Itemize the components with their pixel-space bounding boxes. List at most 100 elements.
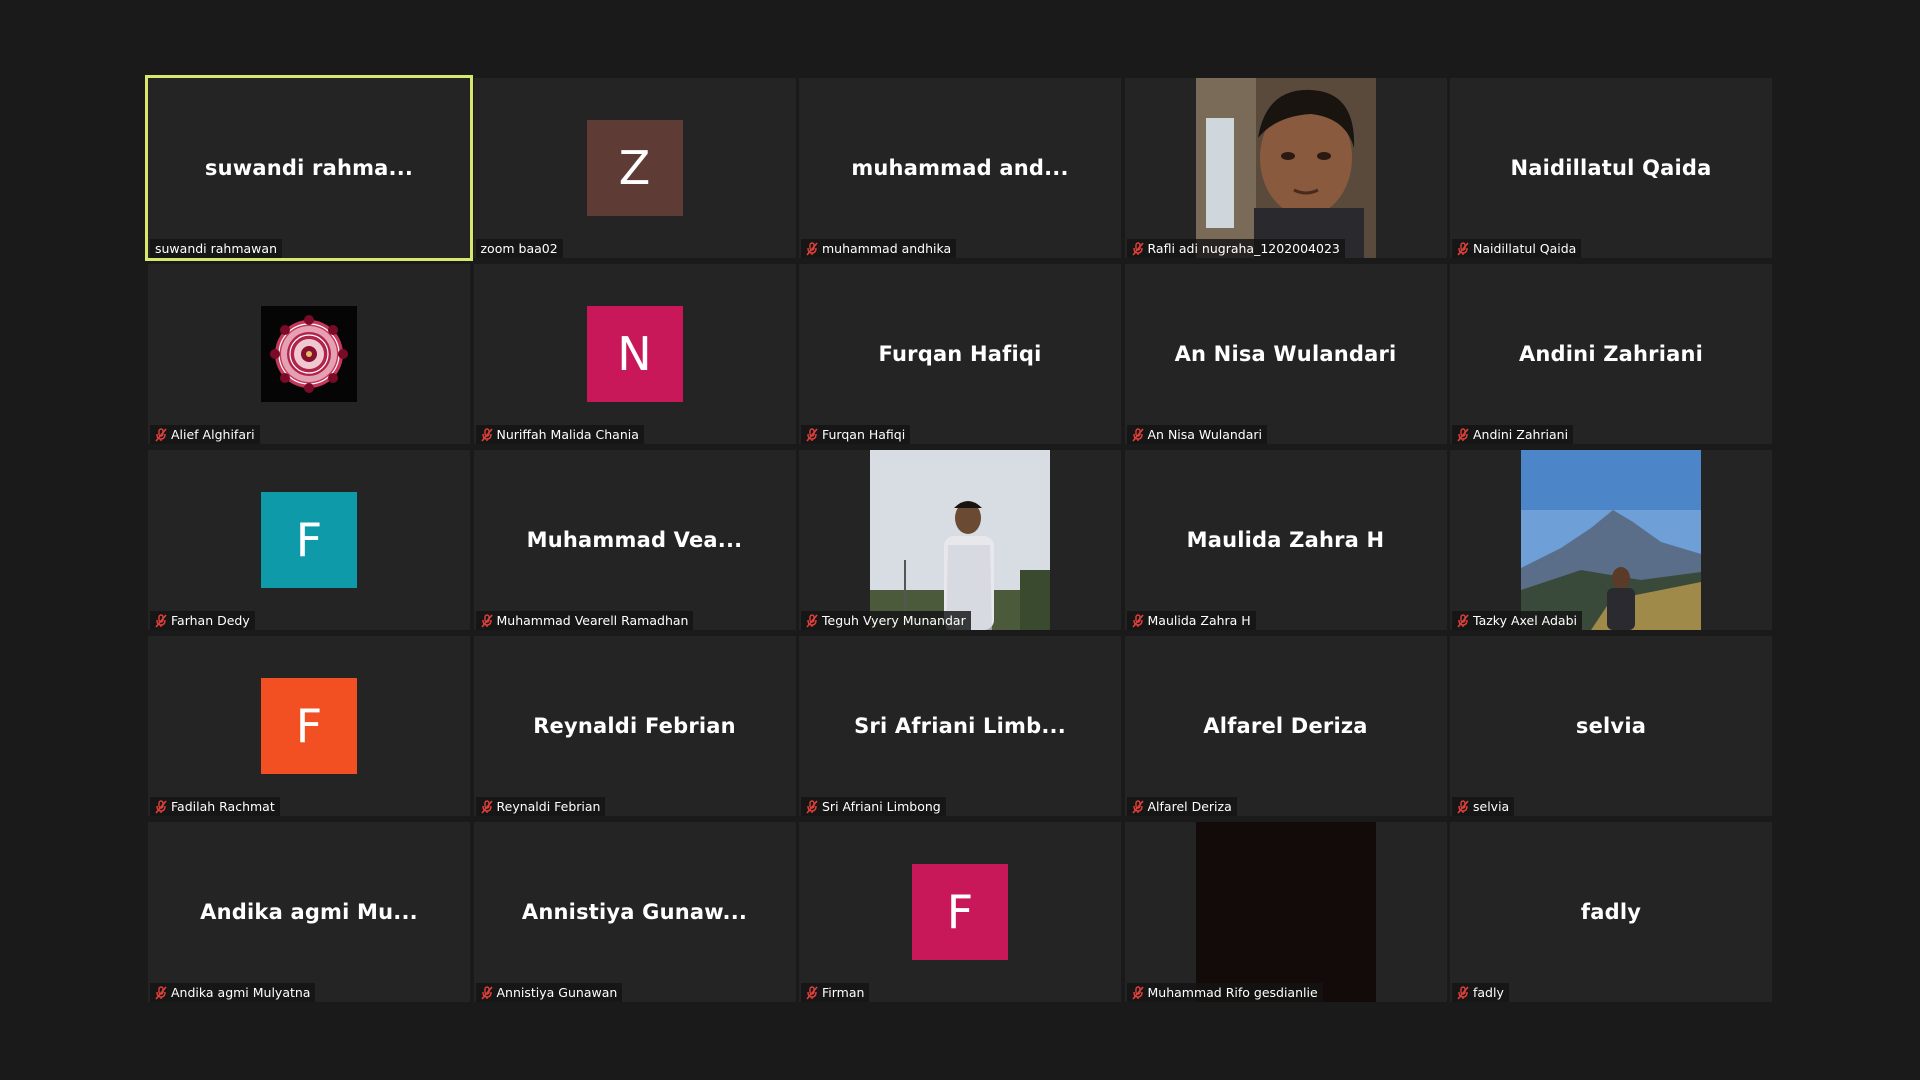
participant-tile[interactable]: F Fadilah Rachmat: [148, 636, 470, 816]
participant-name-label: selvia: [1452, 797, 1515, 816]
participant-name-label: An Nisa Wulandari: [1126, 425, 1268, 444]
participant-name-label: Firman: [801, 983, 870, 1002]
participant-video-area: F: [148, 636, 470, 816]
participant-name: Furqan Hafiqi: [822, 427, 906, 442]
participant-tile[interactable]: Tazky Axel Adabi: [1450, 450, 1772, 630]
participant-name-label: suwandi rahmawan: [150, 239, 282, 258]
participant-name-label: Furqan Hafiqi: [801, 425, 911, 444]
participant-name-label: muhammad andhika: [801, 239, 957, 258]
participant-display-name: An Nisa Wulandari: [1174, 342, 1397, 366]
participant-avatar: F: [261, 678, 357, 774]
participant-tile[interactable]: Teguh Vyery Munandar: [799, 450, 1121, 630]
participant-display-name: Alfarel Deriza: [1203, 714, 1368, 738]
participant-video-area: Muhammad Vea...: [474, 450, 796, 630]
participant-tile[interactable]: F Firman: [799, 822, 1121, 1002]
participant-name: Naidillatul Qaida: [1473, 241, 1577, 256]
participant-name: zoom baa02: [480, 241, 558, 256]
participant-tile[interactable]: suwandi rahma... suwandi rahmawan: [145, 75, 473, 261]
video-gallery-grid: suwandi rahma... suwandi rahmawan Zzoom ba…: [145, 75, 1772, 1002]
participant-video-area: N: [474, 264, 796, 444]
participant-name: Nuriffah Malida Chania: [496, 427, 639, 442]
participant-name-label: Muhammad Vearell Ramadhan: [475, 611, 694, 630]
participant-tile[interactable]: Rafli adi nugraha_1202004023: [1124, 78, 1447, 258]
participant-name: Fadilah Rachmat: [171, 799, 275, 814]
participant-video-area: Alfarel Deriza: [1125, 636, 1447, 816]
participant-tile[interactable]: N Nuriffah Malida Chania: [473, 264, 796, 444]
participant-tile[interactable]: Annistiya Gunaw... Annistiya Gunawan: [473, 822, 796, 1002]
participant-name: An Nisa Wulandari: [1147, 427, 1263, 442]
participant-video-feed: [1195, 822, 1376, 1002]
participant-name-label: fadly: [1452, 983, 1509, 1002]
muted-mic-icon: [155, 613, 167, 628]
participant-name: Farhan Dedy: [171, 613, 250, 628]
participant-name-label: Andini Zahriani: [1452, 425, 1574, 444]
muted-mic-icon: [806, 241, 818, 256]
participant-name: suwandi rahmawan: [155, 241, 277, 256]
participant-tile[interactable]: Muhammad Rifo gesdianlie: [1124, 822, 1447, 1002]
muted-mic-icon: [155, 799, 167, 814]
participant-name: Rafli adi nugraha_1202004023: [1147, 241, 1340, 256]
participant-video-area: [1450, 450, 1772, 630]
participant-avatar: N: [586, 306, 683, 402]
participant-name: Firman: [822, 985, 865, 1000]
participant-avatar: F: [261, 492, 357, 588]
participant-tile[interactable]: Reynaldi Febrian Reynaldi Febrian: [473, 636, 796, 816]
participant-display-name: Naidillatul Qaida: [1510, 156, 1712, 180]
participant-tile[interactable]: An Nisa Wulandari An Nisa Wulandari: [1124, 264, 1447, 444]
participant-name: Andika agmi Mulyatna: [171, 985, 311, 1000]
participant-name-label: Teguh Vyery Munandar: [801, 611, 971, 630]
muted-mic-icon: [1457, 799, 1469, 814]
muted-mic-icon: [1457, 427, 1469, 442]
participant-name-label: Alfarel Deriza: [1126, 797, 1237, 816]
participant-name-label: Maulida Zahra H: [1126, 611, 1256, 630]
participant-video-area: Andika agmi Mu...: [148, 822, 470, 1002]
participant-tile[interactable]: Alief Alghifari: [148, 264, 470, 444]
participant-name-label: Naidillatul Qaida: [1452, 239, 1582, 258]
participant-tile[interactable]: Naidillatul Qaida Naidillatul Qaida: [1450, 78, 1772, 258]
participant-tile[interactable]: fadly fadly: [1450, 822, 1772, 1002]
participant-video-area: Furqan Hafiqi: [799, 264, 1121, 444]
participant-video-area: suwandi rahma...: [148, 78, 470, 258]
participant-tile[interactable]: F Farhan Dedy: [148, 450, 470, 630]
participant-name: Alfarel Deriza: [1147, 799, 1232, 814]
muted-mic-icon: [480, 427, 493, 442]
participant-name-label: Nuriffah Malida Chania: [475, 425, 644, 444]
participant-display-name: suwandi rahma...: [204, 156, 414, 180]
participant-video-area: fadly: [1450, 822, 1772, 1002]
muted-mic-icon: [806, 427, 818, 442]
muted-mic-icon: [155, 985, 167, 1000]
muted-mic-icon: [1457, 241, 1469, 256]
participant-tile[interactable]: Sri Afriani Limb... Sri Afriani Limbong: [799, 636, 1121, 816]
participant-name: Alief Alghifari: [171, 427, 255, 442]
participant-tile[interactable]: Andini Zahriani Andini Zahriani: [1450, 264, 1772, 444]
participant-tile[interactable]: Maulida Zahra H Maulida Zahra H: [1124, 450, 1447, 630]
muted-mic-icon: [1131, 427, 1144, 442]
participant-name-label: Andika agmi Mulyatna: [150, 983, 316, 1002]
participant-tile[interactable]: Zzoom baa02: [473, 78, 796, 258]
participant-tile[interactable]: selvia selvia: [1450, 636, 1772, 816]
participant-video-area: muhammad and...: [799, 78, 1121, 258]
muted-mic-icon: [1131, 985, 1144, 1000]
participant-name: Muhammad Vearell Ramadhan: [496, 613, 689, 628]
participant-video-area: Sri Afriani Limb...: [799, 636, 1121, 816]
participant-name-label: Alief Alghifari: [150, 425, 260, 444]
participant-display-name: Andika agmi Mu...: [200, 900, 418, 924]
participant-tile[interactable]: Andika agmi Mu... Andika agmi Mulyatna: [148, 822, 470, 1002]
muted-mic-icon: [806, 799, 818, 814]
participant-name: Tazky Axel Adabi: [1473, 613, 1577, 628]
muted-mic-icon: [806, 985, 818, 1000]
participant-video-area: Andini Zahriani: [1450, 264, 1772, 444]
participant-name: Teguh Vyery Munandar: [822, 613, 966, 628]
participant-tile[interactable]: Alfarel Deriza Alfarel Deriza: [1124, 636, 1447, 816]
participant-tile[interactable]: Furqan Hafiqi Furqan Hafiqi: [799, 264, 1121, 444]
participant-video-area: [1125, 822, 1447, 1002]
participant-video-feed: [1521, 450, 1701, 630]
participant-tile[interactable]: muhammad and... muhammad andhika: [799, 78, 1121, 258]
participant-name-label: Reynaldi Febrian: [475, 797, 606, 816]
participant-display-name: selvia: [1575, 714, 1647, 738]
participant-tile[interactable]: Muhammad Vea... Muhammad Vearell Ramadhan: [473, 450, 796, 630]
participant-display-name: Maulida Zahra H: [1186, 528, 1385, 552]
participant-video-area: [148, 264, 470, 444]
participant-name: Andini Zahriani: [1473, 427, 1569, 442]
participant-video-area: [1125, 78, 1447, 258]
